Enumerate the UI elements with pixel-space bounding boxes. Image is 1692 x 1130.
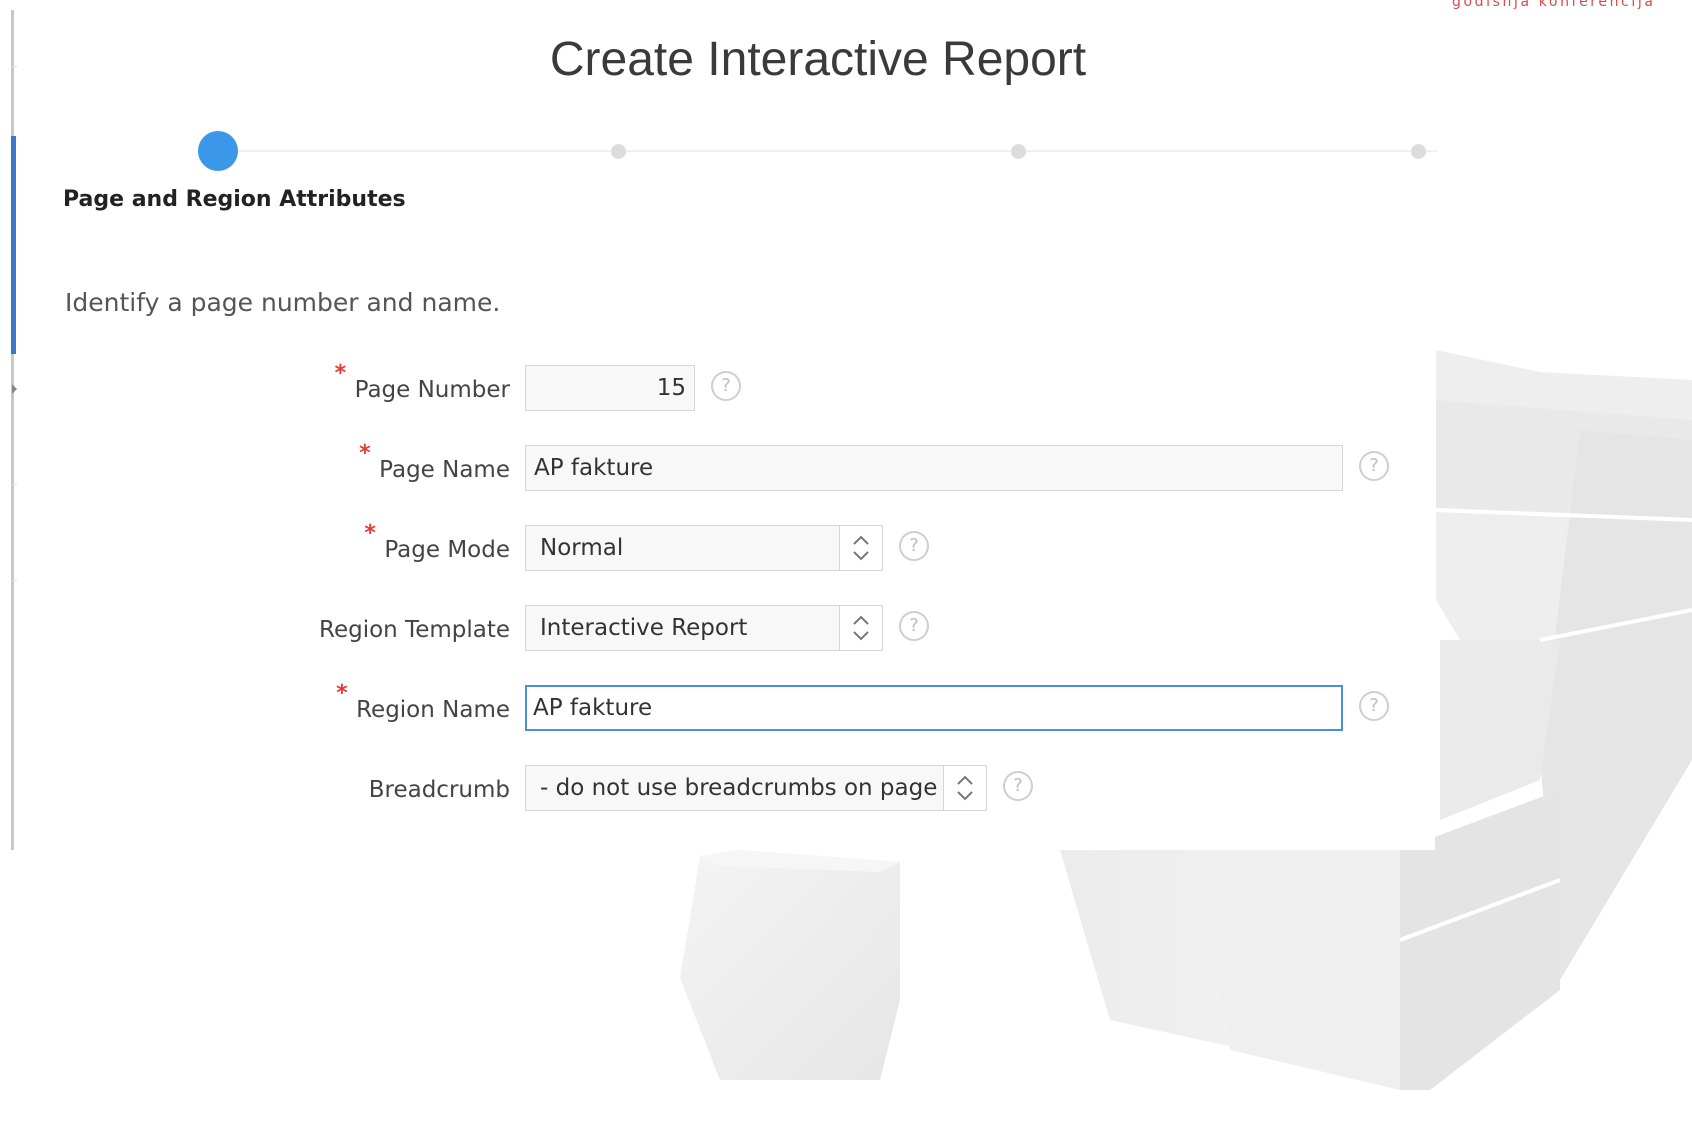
wizard-step-4	[1411, 144, 1426, 159]
region-name-input[interactable]	[527, 687, 1341, 729]
required-marker: *	[364, 521, 376, 546]
wizard-step-1-current	[198, 131, 238, 171]
help-icon[interactable]: ?	[1003, 771, 1033, 801]
page-number-row: * Page Number ?	[17, 361, 1435, 413]
page-number-input[interactable]	[526, 366, 694, 410]
region-template-select[interactable]: Interactive Report	[525, 605, 883, 651]
page-number-field	[525, 365, 695, 411]
page-mode-select[interactable]: Normal	[525, 525, 883, 571]
conference-brand-text: godišnja konferencija	[1452, 0, 1656, 10]
page-number-label: Page Number	[354, 377, 510, 403]
help-icon[interactable]: ?	[899, 611, 929, 641]
page-name-label: Page Name	[379, 457, 510, 483]
region-name-label: Region Name	[356, 697, 510, 723]
region-template-row: Region Template Interactive Report ?	[17, 605, 1435, 653]
page-number-label-wrap: * Page Number	[335, 361, 510, 413]
page-mode-label: Page Mode	[384, 537, 510, 563]
wizard-step-2	[611, 144, 626, 159]
up-down-chevron-icon[interactable]	[839, 606, 882, 650]
page-mode-label-wrap: * Page Mode	[364, 521, 510, 573]
breadcrumb-select[interactable]: - do not use breadcrumbs on page -	[525, 765, 987, 811]
wizard-progress-track	[237, 150, 1437, 152]
page-name-row: * Page Name ?	[17, 441, 1435, 493]
required-marker: *	[336, 681, 348, 706]
help-icon[interactable]: ?	[1359, 691, 1389, 721]
breadcrumb-row: Breadcrumb - do not use breadcrumbs on p…	[17, 765, 1435, 813]
region-template-label: Region Template	[319, 617, 510, 643]
screen: godišnja konferencija Create Interactive…	[0, 0, 1692, 1130]
page-mode-row: * Page Mode Normal ?	[17, 521, 1435, 573]
up-down-chevron-icon[interactable]	[943, 766, 986, 810]
breadcrumb-selected-value: - do not use breadcrumbs on page -	[540, 775, 953, 801]
help-icon[interactable]: ?	[1359, 451, 1389, 481]
required-marker: *	[359, 441, 371, 466]
page-name-label-wrap: * Page Name	[359, 441, 510, 493]
required-marker: *	[334, 361, 347, 386]
up-down-chevron-icon[interactable]	[839, 526, 882, 570]
wizard-instructions: Identify a page number and name.	[65, 288, 501, 317]
breadcrumb-label: Breadcrumb	[368, 777, 510, 803]
page-name-field	[525, 445, 1343, 491]
region-template-label-wrap: Region Template	[319, 605, 510, 653]
breadcrumb-label-wrap: Breadcrumb	[369, 765, 510, 813]
help-icon[interactable]: ?	[899, 531, 929, 561]
left-rail-active-indicator	[11, 136, 16, 354]
create-interactive-report-dialog: Create Interactive Report Page and Regio…	[17, 0, 1437, 850]
region-name-row: * Region Name ?	[17, 681, 1435, 733]
page-name-input[interactable]	[526, 446, 1342, 490]
page-mode-selected-value: Normal	[540, 535, 624, 561]
region-name-label-wrap: * Region Name	[336, 681, 510, 733]
region-name-field	[525, 685, 1343, 731]
region-template-selected-value: Interactive Report	[540, 615, 748, 641]
wizard-step-label: Page and Region Attributes	[63, 187, 406, 212]
wizard-step-3	[1011, 144, 1026, 159]
dialog-title: Create Interactive Report	[549, 33, 1087, 86]
help-icon[interactable]: ?	[711, 371, 741, 401]
